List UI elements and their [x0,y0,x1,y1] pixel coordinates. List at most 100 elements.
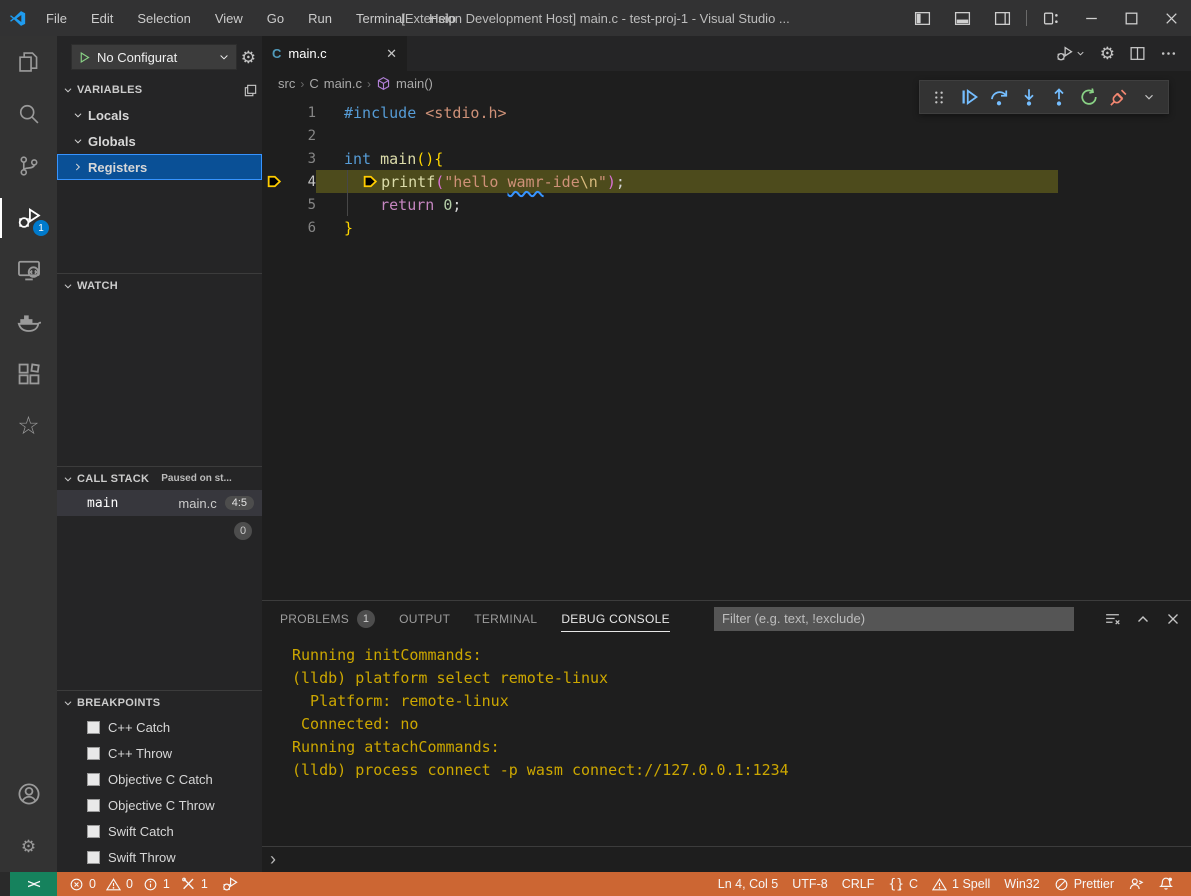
activity-item-docker[interactable] [0,296,57,348]
activity-item-accounts[interactable] [0,768,57,820]
activity-item-explorer[interactable] [0,36,57,88]
breakpoints-title: BREAKPOINTS [77,697,160,709]
breakpoint-row[interactable]: Swift Catch [57,818,262,844]
breadcrumb-separator-icon: › [367,77,371,91]
continue-icon[interactable] [956,84,982,110]
breakpoint-checkbox[interactable] [87,851,100,864]
status-text: CRLF [842,877,875,891]
editor-action-split-editor-icon[interactable] [1129,45,1146,62]
breadcrumb-item[interactable]: main.c [324,76,362,91]
menu-file[interactable]: File [34,0,79,36]
watch-section-header[interactable]: WATCH [57,273,262,297]
customize-layout-icon[interactable] [1031,0,1071,36]
console-filter-input[interactable] [714,607,1074,631]
variables-item-locals[interactable]: Locals [57,102,262,128]
activity-item-search[interactable] [0,88,57,140]
status-c[interactable]: {̧}C [881,872,925,896]
breadcrumb-item[interactable]: src [278,76,295,91]
toggle-sidebar-icon[interactable] [902,0,942,36]
activity-item-source-control[interactable] [0,140,57,192]
panel-tab-debug-console[interactable]: DEBUG CONSOLE [561,601,670,636]
menu-go[interactable]: Go [255,0,296,36]
status-bell-dot-icon[interactable] [1151,872,1181,896]
breakpoint-checkbox[interactable] [87,721,100,734]
clear-console-icon[interactable] [1104,610,1121,627]
person-icon [1128,876,1144,892]
status-debug-start-icon[interactable] [215,872,245,896]
menu-view[interactable]: View [203,0,255,36]
panel-tab-problems[interactable]: PROBLEMS1 [280,601,375,636]
maximize-icon[interactable] [1111,0,1151,36]
panel-tab-output[interactable]: OUTPUT [399,601,450,636]
breakpoint-row[interactable]: C++ Throw [57,740,262,766]
slash-circle-icon [1054,877,1069,892]
activity-item-extensions[interactable] [0,348,57,400]
minimize-icon[interactable] [1071,0,1111,36]
maximize-panel-icon[interactable] [1135,610,1151,627]
menu-run[interactable]: Run [296,0,344,36]
status-utf-8[interactable]: UTF-8 [785,872,834,896]
step-over-icon[interactable] [986,84,1012,110]
code-token [344,173,362,191]
status-person-icon[interactable] [1121,872,1151,896]
breadcrumb-item[interactable]: main() [396,76,433,91]
status-tools-icon[interactable]: 1 [174,872,215,896]
variables-section-header[interactable]: VARIABLES [57,78,262,102]
code-token: \n [580,173,598,191]
editor-action-run-or-debug-icon[interactable] [1056,45,1086,62]
activity-item-run-and-debug[interactable]: 1 [0,192,57,244]
menu-edit[interactable]: Edit [79,0,125,36]
code-token: (){ [416,150,443,168]
menu-selection[interactable]: Selection [125,0,202,36]
bell-dot-icon [1158,876,1174,892]
debug-current-line-arrow-icon[interactable] [262,173,286,190]
problems-status[interactable]: 001 [65,872,174,896]
status-win32[interactable]: Win32 [997,872,1046,896]
star-icon: ☆ [17,414,39,439]
call-stack-frame[interactable]: mainmain.c4:5 [57,490,262,516]
launch-configuration-dropdown[interactable]: No Configurat [71,44,237,70]
breakpoint-checkbox[interactable] [87,747,100,760]
debug-console-output[interactable]: Running initCommands: (lldb) platform se… [262,636,1191,846]
disconnect-icon[interactable] [1106,84,1132,110]
status-crlf[interactable]: CRLF [835,872,882,896]
remote-indicator[interactable]: >< [10,872,57,896]
gear-icon[interactable]: ⚙ [241,49,256,66]
panel-tab-terminal[interactable]: TERMINAL [474,601,537,636]
breakpoint-checkbox[interactable] [87,799,100,812]
step-into-icon[interactable] [1016,84,1042,110]
close-icon[interactable] [1151,0,1191,36]
editor-action-more-actions-icon[interactable] [1160,45,1177,62]
breakpoints-section-header[interactable]: BREAKPOINTS [57,690,262,714]
status-ln-4-col-5[interactable]: Ln 4, Col 5 [711,872,785,896]
step-out-icon[interactable] [1046,84,1072,110]
editor-action-gear-icon[interactable]: ⚙ [1100,45,1115,62]
debug-console-input[interactable]: › [262,846,1191,872]
disconnect-dropdown-icon[interactable] [1136,84,1162,110]
breakpoint-row[interactable]: C++ Catch [57,714,262,740]
collapse-all-icon[interactable] [243,83,258,98]
breakpoint-row[interactable]: Swift Throw [57,844,262,870]
close-tab-icon[interactable]: ✕ [386,46,397,62]
code-editor[interactable]: 1#include <stdio.h>23int main(){4 printf… [262,96,1191,600]
variables-item-registers[interactable]: Registers [57,154,262,180]
status-1-spell[interactable]: 1 Spell [925,872,997,896]
debug-arrow-inline[interactable] [362,173,380,190]
breakpoint-row[interactable]: Objective C Throw [57,792,262,818]
activity-item-settings[interactable]: ⚙ [0,820,57,872]
activity-item-marketplace[interactable]: ☆ [0,400,57,452]
breakpoint-row[interactable]: Objective C Catch [57,766,262,792]
toggle-panel-icon[interactable] [942,0,982,36]
tab-main-c[interactable]: C main.c ✕ [262,36,407,71]
gear-icon: ⚙ [21,838,36,855]
breakpoint-checkbox[interactable] [87,825,100,838]
call-stack-section-header[interactable]: CALL STACK Paused on st... [57,466,262,490]
status-prettier[interactable]: Prettier [1047,872,1121,896]
variables-item-globals[interactable]: Globals [57,128,262,154]
toggle-secondary-sidebar-icon[interactable] [982,0,1022,36]
close-panel-icon[interactable] [1165,610,1181,627]
activity-item-remote-explorer[interactable] [0,244,57,296]
restart-icon[interactable] [1076,84,1102,110]
start-debugging-icon[interactable] [78,51,91,64]
breakpoint-checkbox[interactable] [87,773,100,786]
